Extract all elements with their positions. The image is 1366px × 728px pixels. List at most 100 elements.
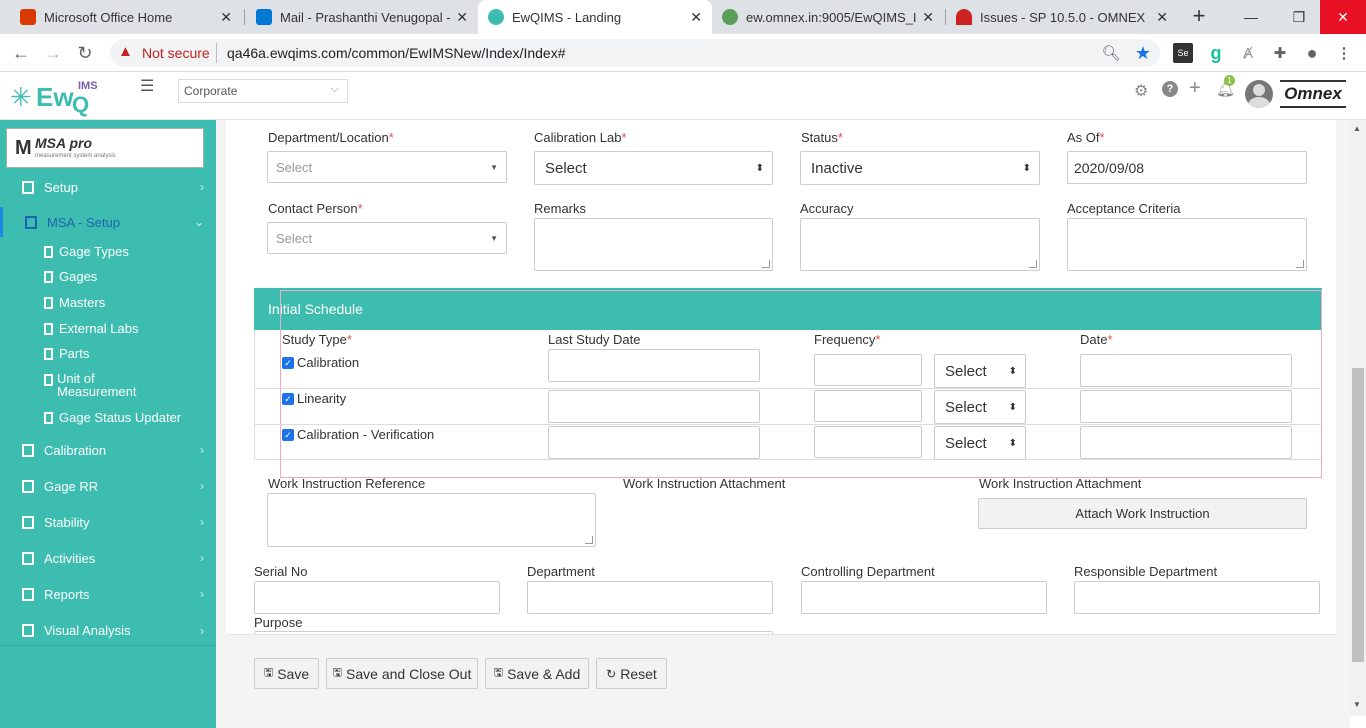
sidebar-item-setup[interactable]: Setup › bbox=[0, 172, 216, 202]
close-icon[interactable]: ✕ bbox=[1156, 9, 1168, 26]
linearity-last-study-date-input[interactable] bbox=[548, 390, 760, 423]
office-icon bbox=[20, 9, 36, 25]
controlling-department-label: Controlling Department bbox=[801, 564, 935, 579]
forward-arrow-icon[interactable]: → bbox=[42, 42, 64, 64]
selenium-extension-icon[interactable]: Se bbox=[1173, 43, 1193, 63]
responsible-department-input[interactable] bbox=[1074, 581, 1320, 614]
sidebar-subitem-gage-types[interactable]: Gage Types bbox=[0, 244, 216, 259]
sidebar-subitem-gages[interactable]: Gages bbox=[0, 269, 216, 284]
grammarly-icon[interactable]: g bbox=[1206, 43, 1226, 63]
profile-icon[interactable]: ● bbox=[1302, 43, 1322, 63]
remarks-label: Remarks bbox=[534, 201, 587, 216]
bookmark-star-icon[interactable]: ★ bbox=[1133, 43, 1153, 63]
ewqims-logo[interactable]: ✳ Ew IMS Q bbox=[10, 80, 114, 117]
close-icon[interactable]: ✕ bbox=[220, 9, 232, 26]
sidebar-item-reports[interactable]: Reports › bbox=[0, 579, 216, 609]
reload-icon[interactable]: ↻ bbox=[74, 42, 96, 64]
calibration-frequency-input[interactable] bbox=[814, 354, 922, 386]
zoom-search-icon[interactable]: 🔍︎ bbox=[1101, 43, 1121, 63]
calibration-verification-frequency-input[interactable] bbox=[814, 426, 922, 458]
accuracy-textarea[interactable] bbox=[800, 218, 1040, 271]
building-icon bbox=[22, 443, 34, 457]
chevron-down-icon: ⌵ bbox=[330, 83, 339, 95]
serial-no-input[interactable] bbox=[254, 581, 500, 614]
save-and-add-button[interactable]: 🖫 Save & Add bbox=[485, 658, 589, 689]
scrollbar-thumb[interactable] bbox=[1352, 368, 1364, 662]
sidebar-item-calibration[interactable]: Calibration › bbox=[0, 435, 216, 465]
minimize-icon[interactable]: — bbox=[1228, 0, 1274, 34]
browser-tab-office[interactable]: Microsoft Office Home ✕ bbox=[10, 0, 242, 34]
browser-tab-mail[interactable]: Mail - Prashanthi Venugopal - C ✕ bbox=[246, 0, 478, 34]
status-select[interactable]: Inactive ⬍ bbox=[800, 151, 1040, 185]
close-icon[interactable]: ✕ bbox=[456, 9, 468, 26]
new-tab-plus-icon[interactable]: + bbox=[1188, 5, 1210, 27]
linearity-date-input[interactable] bbox=[1080, 390, 1292, 423]
gear-icon[interactable]: ⚙ bbox=[1134, 81, 1148, 101]
calibration-verification-date-input[interactable] bbox=[1080, 426, 1292, 459]
restore-icon[interactable]: ❐ bbox=[1276, 0, 1322, 34]
department-location-label: Department/Location* bbox=[268, 130, 394, 145]
sidebar-item-stability[interactable]: Stability › bbox=[0, 507, 216, 537]
attach-work-instruction-button[interactable]: Attach Work Instruction bbox=[978, 498, 1307, 529]
building-icon bbox=[44, 412, 53, 424]
contact-person-select[interactable]: Select ▼ bbox=[267, 222, 507, 254]
controlling-department-input[interactable] bbox=[801, 581, 1047, 614]
work-instruction-attachment-label-2: Work Instruction Attachment bbox=[979, 476, 1142, 491]
sidebar-item-msa-setup[interactable]: MSA - Setup ⌄ bbox=[0, 207, 216, 237]
linearity-checkbox[interactable]: ✓ bbox=[282, 393, 294, 405]
browser-tab-ewqims[interactable]: EwQIMS - Landing ✕ bbox=[478, 0, 712, 34]
calibration-date-input[interactable] bbox=[1080, 354, 1292, 387]
close-icon[interactable]: ✕ bbox=[922, 9, 934, 26]
window-close-icon[interactable]: ✕ bbox=[1320, 0, 1366, 34]
calibration-frequency-unit-select[interactable]: Select ⬍ bbox=[934, 354, 1026, 388]
acceptance-criteria-textarea[interactable] bbox=[1067, 218, 1307, 271]
sidebar-item-visual-analysis[interactable]: Visual Analysis › bbox=[0, 616, 216, 646]
sidebar-subitem-parts[interactable]: Parts bbox=[0, 346, 216, 361]
linearity-frequency-input[interactable] bbox=[814, 390, 922, 422]
avatar[interactable] bbox=[1245, 80, 1273, 108]
not-secure-label[interactable]: Not secure bbox=[142, 45, 210, 61]
remarks-textarea[interactable] bbox=[534, 218, 773, 271]
browser-tab-issues[interactable]: Issues - SP 10.5.0 - OMNEX ISSU ✕ bbox=[946, 0, 1178, 34]
as-of-date-input[interactable]: 2020/09/08 bbox=[1067, 151, 1307, 184]
calibration-lab-select[interactable]: Select ⬍ bbox=[534, 151, 773, 185]
calibration-verification-last-study-date-input[interactable] bbox=[548, 426, 760, 459]
department-location-select[interactable]: Select ▼ bbox=[267, 151, 507, 183]
extension-a-icon[interactable]: Ⱥ bbox=[1238, 43, 1258, 63]
menu-dots-icon[interactable]: ⋮ bbox=[1334, 43, 1354, 63]
reset-button[interactable]: ↻ Reset bbox=[596, 658, 667, 689]
close-icon[interactable]: ✕ bbox=[690, 9, 702, 26]
frequency-label: Frequency* bbox=[814, 332, 881, 347]
scroll-up-arrow-icon[interactable]: ▲ bbox=[1353, 124, 1361, 133]
department-input[interactable] bbox=[527, 581, 773, 614]
sidebar-item-activities[interactable]: Activities › bbox=[0, 543, 216, 573]
url-text[interactable]: qa46a.ewqims.com/common/EwIMSNew/Index/I… bbox=[227, 45, 565, 61]
sidebar-subitem-masters[interactable]: Masters bbox=[0, 295, 216, 310]
calibration-checkbox[interactable]: ✓ bbox=[282, 357, 294, 369]
corporate-select[interactable]: Corporate ⌵ bbox=[178, 79, 348, 103]
sidebar-subitem-external-labs[interactable]: External Labs bbox=[0, 321, 216, 336]
building-icon bbox=[25, 215, 37, 229]
updown-arrows-icon: ⬍ bbox=[755, 162, 764, 174]
sidebar-subitem-unit-of-measurement[interactable]: Unit of Measurement bbox=[0, 372, 170, 398]
contact-person-label: Contact Person* bbox=[268, 201, 363, 216]
puzzle-icon[interactable]: ✚ bbox=[1270, 43, 1290, 63]
work-instruction-reference-textarea[interactable] bbox=[267, 493, 596, 547]
save-button[interactable]: 🖫 Save bbox=[254, 658, 319, 689]
hamburger-menu-icon[interactable]: ☰ bbox=[140, 78, 156, 96]
browser-tab-omnex[interactable]: ew.omnex.in:9005/EwQIMS_Inst ✕ bbox=[712, 0, 944, 34]
help-icon[interactable]: ? bbox=[1162, 81, 1178, 97]
add-plus-icon[interactable]: + bbox=[1189, 77, 1201, 100]
row-divider bbox=[254, 388, 1322, 389]
calibration-last-study-date-input[interactable] bbox=[548, 349, 760, 382]
linearity-frequency-unit-select[interactable]: Select ⬍ bbox=[934, 390, 1026, 424]
calibration-verification-frequency-unit-select[interactable]: Select ⬍ bbox=[934, 426, 1026, 460]
calibration-verification-checkbox[interactable]: ✓ bbox=[282, 429, 294, 441]
updown-arrows-icon: ⬍ bbox=[1022, 162, 1031, 174]
scroll-down-arrow-icon[interactable]: ▼ bbox=[1353, 700, 1361, 709]
jira-icon bbox=[956, 9, 972, 25]
back-arrow-icon[interactable]: ← bbox=[10, 42, 32, 64]
sidebar-item-gage-rr[interactable]: Gage RR › bbox=[0, 471, 216, 501]
save-and-close-out-button[interactable]: 🖫 Save and Close Out bbox=[326, 658, 478, 689]
sidebar-subitem-gage-status-updater[interactable]: Gage Status Updater bbox=[0, 410, 216, 425]
